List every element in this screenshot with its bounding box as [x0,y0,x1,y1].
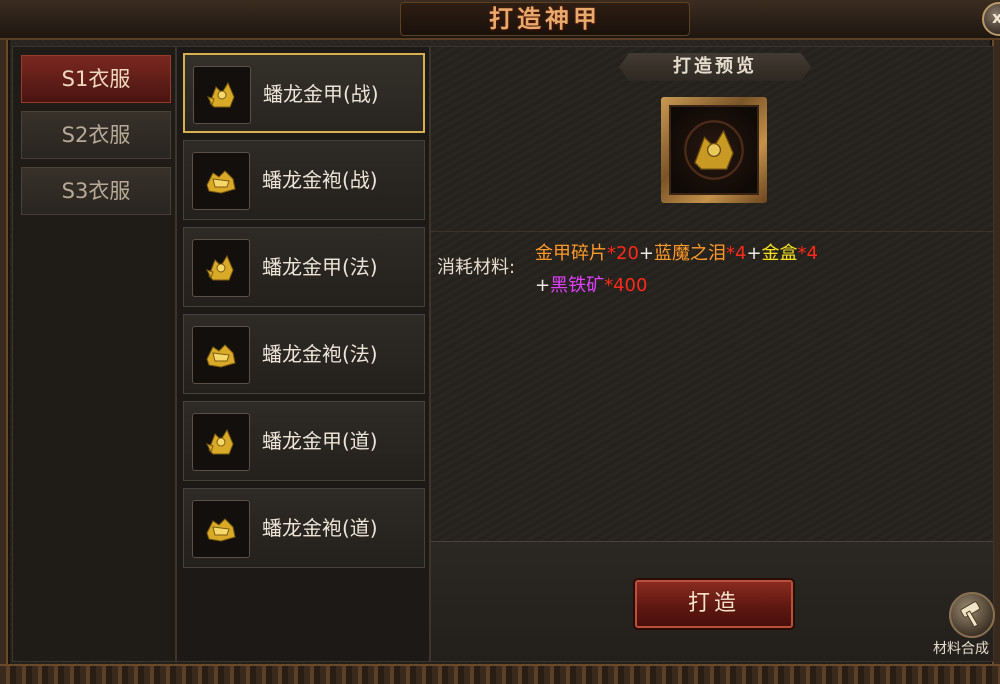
item-label: 蟠龙金甲(道) [262,429,378,453]
material-qty: *20 [607,243,639,264]
material-plus: + [535,275,551,296]
hammer-icon [949,592,995,638]
item-label: 蟠龙金甲(战) [263,82,379,106]
materials-line-2: +黑铁矿*400 [535,271,647,297]
golden-robe-icon [192,326,250,384]
item-list: 蟠龙金甲(战) 蟠龙金袍(战) 蟠龙金甲(法) 蟠龙金袍(法) 蟠龙金甲(道) … [176,46,430,662]
divider [431,231,993,232]
item-label: 蟠龙金袍(道) [262,516,378,540]
golden-armor-icon [193,66,251,124]
material-name: 金盒 [761,243,798,264]
material-synthesis-button[interactable]: 材料合成 [933,586,995,662]
preview-heading: 打造预览 [619,53,811,81]
title-bar: 打造神甲 x [0,0,1000,40]
material-name: 黑铁矿 [550,275,605,296]
golden-robe-icon [192,152,250,210]
category-list: S1衣服 S2衣服 S3衣服 [12,46,176,662]
material-qty: *400 [604,275,648,296]
close-button[interactable]: x [982,2,1000,36]
window-title: 打造神甲 [489,5,601,33]
material-name: 蓝魔之泪 [654,243,726,264]
list-item[interactable]: 蟠龙金甲(道) [183,401,425,481]
list-item[interactable]: 蟠龙金甲(法) [183,227,425,307]
material-qty: *4 [726,243,747,264]
material-plus: + [746,243,762,264]
action-bar: 打造 材料合成 [431,541,995,662]
bottom-border [0,664,1000,684]
material-plus: + [638,243,654,264]
list-item[interactable]: 蟠龙金袍(战) [183,140,425,220]
category-s1-tab[interactable]: S1衣服 [21,55,171,103]
preview-slot [661,97,767,203]
list-item[interactable]: 蟠龙金甲(战) [183,53,425,133]
forge-button[interactable]: 打造 [635,580,793,628]
materials-line-1: 金甲碎片*20+蓝魔之泪*4+金盒*4 [535,239,818,265]
material-qty: *4 [797,243,818,264]
materials-label: 消耗材料: [437,257,516,278]
golden-armor-icon [684,120,744,180]
golden-armor-icon [192,239,250,297]
golden-robe-icon [192,500,250,558]
item-label: 蟠龙金袍(战) [262,168,378,192]
synthesis-label: 材料合成 [933,641,989,657]
category-s3-tab[interactable]: S3衣服 [21,167,171,215]
golden-armor-icon [192,413,250,471]
list-item[interactable]: 蟠龙金袍(道) [183,488,425,568]
item-label: 蟠龙金甲(法) [262,255,378,279]
category-s2-tab[interactable]: S2衣服 [21,111,171,159]
list-item[interactable]: 蟠龙金袍(法) [183,314,425,394]
material-name: 金甲碎片 [535,243,607,264]
forge-detail-panel: 打造预览 消耗材料: 金甲碎片*20+蓝魔之泪*4+金盒*4 +黑铁矿*400 … [430,46,995,662]
item-label: 蟠龙金袍(法) [262,342,378,366]
